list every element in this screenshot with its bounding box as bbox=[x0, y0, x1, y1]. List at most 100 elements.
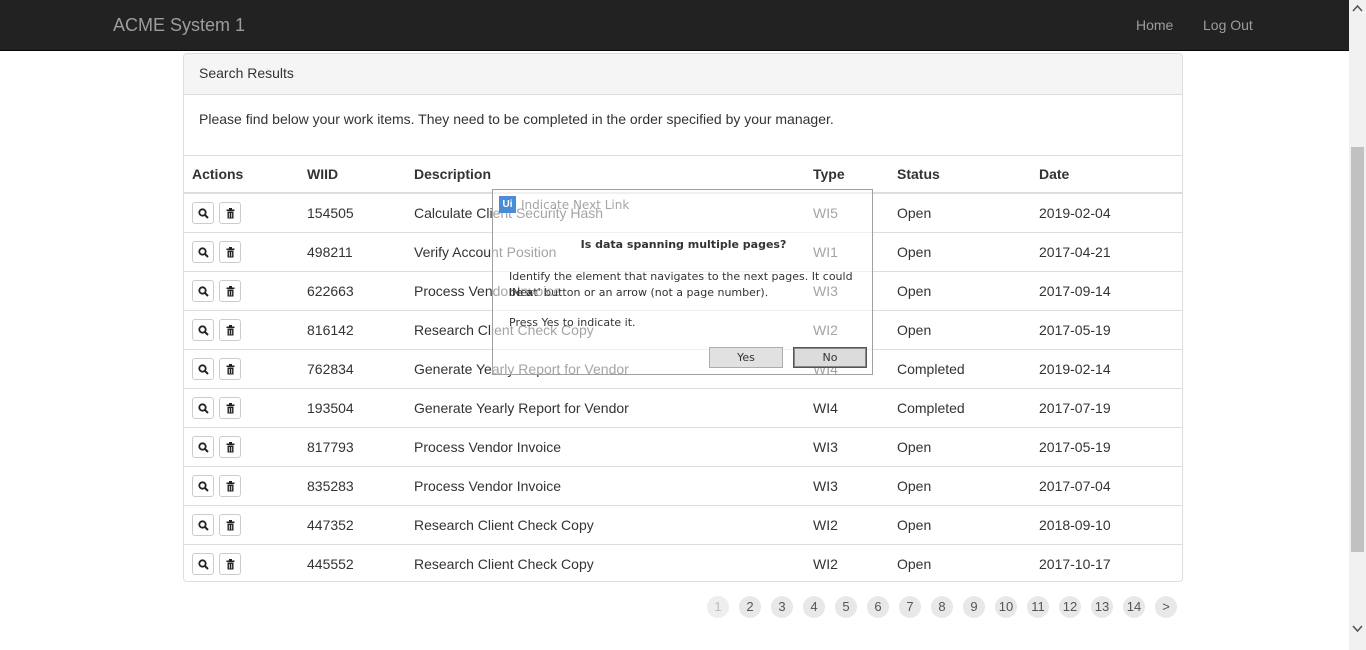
pagination-page-3[interactable]: 3 bbox=[771, 596, 793, 618]
nav-logout-link[interactable]: Log Out bbox=[1203, 17, 1253, 33]
cell-type: WI4 bbox=[805, 388, 889, 428]
pagination-page-4[interactable]: 4 bbox=[803, 596, 825, 618]
cell-description: Research Client Check Copy bbox=[414, 555, 594, 572]
pagination-page-9[interactable]: 9 bbox=[963, 596, 985, 618]
cell-status: Open bbox=[889, 310, 1031, 350]
cell-description: Generate Yearly Report for Vendor bbox=[406, 388, 805, 428]
pagination-next-button[interactable]: > bbox=[1155, 596, 1177, 618]
pagination-page-6[interactable]: 6 bbox=[867, 596, 889, 618]
view-button[interactable] bbox=[192, 201, 214, 224]
table-header-row: Actions WIID Description Type Status Dat… bbox=[184, 156, 1182, 194]
pagination-page-8[interactable]: 8 bbox=[931, 596, 953, 618]
delete-button[interactable] bbox=[218, 357, 241, 380]
view-button[interactable] bbox=[192, 474, 214, 497]
cell-type: WI2 bbox=[805, 505, 889, 545]
cell-date: 2019-02-14 bbox=[1031, 349, 1182, 389]
pagination-page-1[interactable]: 1 bbox=[707, 596, 729, 618]
cell-wiid: 193504 bbox=[299, 388, 406, 428]
row-actions bbox=[184, 388, 299, 428]
view-button[interactable] bbox=[192, 318, 214, 341]
view-button[interactable] bbox=[192, 279, 214, 302]
dialog-yes-button[interactable]: Yes bbox=[709, 347, 783, 368]
cell-type: WI3 bbox=[805, 466, 889, 506]
pagination-page-13[interactable]: 13 bbox=[1091, 596, 1113, 618]
dialog-no-button[interactable]: No bbox=[793, 347, 867, 368]
view-button[interactable] bbox=[192, 396, 214, 419]
dialog-title: Indicate Next Link bbox=[521, 198, 630, 212]
row-actions bbox=[184, 466, 299, 506]
table-row: 835283 Process Vendor Invoice WI3 Open 2017-… bbox=[184, 466, 1182, 506]
cell-wiid: 447352 bbox=[299, 505, 406, 545]
row-actions bbox=[184, 310, 299, 350]
pagination-page-12[interactable]: 12 bbox=[1059, 596, 1081, 618]
cell-status: Completed bbox=[889, 388, 1031, 428]
nav-home-link[interactable]: Home bbox=[1136, 17, 1173, 33]
cell-description: Process Vendor Invoice bbox=[406, 427, 805, 467]
delete-button[interactable] bbox=[218, 396, 241, 419]
cell-wiid: 816142 bbox=[299, 310, 406, 350]
cell-status: Open bbox=[889, 466, 1031, 506]
scroll-down-arrow-icon[interactable] bbox=[1349, 620, 1366, 637]
panel-heading: Search Results bbox=[184, 54, 1182, 95]
cell-date: 2017-07-19 bbox=[1031, 388, 1182, 428]
pagination: 1 2 3 4 5 6 7 8 9 10 11 12 13 14 > bbox=[0, 596, 1349, 618]
top-navbar: ACME System 1 Home Log Out bbox=[0, 0, 1349, 51]
delete-button[interactable] bbox=[218, 318, 241, 341]
row-actions bbox=[184, 427, 299, 467]
cell-wiid: 762834 bbox=[299, 349, 406, 389]
indicate-next-link-dialog: Ui Indicate Next Link Is data spanning m… bbox=[492, 189, 873, 375]
cell-date: 2017-07-04 bbox=[1031, 466, 1182, 506]
delete-button[interactable] bbox=[218, 279, 241, 302]
table-row: 447352 Research Client Check Copy WI2 Open 2… bbox=[184, 505, 1182, 545]
cell-date: 2017-04-21 bbox=[1031, 232, 1182, 272]
table-row: 445552 Research Client Check Copy WI2 Open 2… bbox=[184, 544, 1182, 581]
delete-button[interactable] bbox=[218, 552, 241, 575]
cell-wiid: 154505 bbox=[299, 193, 406, 233]
pagination-page-7[interactable]: 7 bbox=[899, 596, 921, 618]
cell-description: Research Client Check Copy bbox=[406, 505, 805, 545]
view-button[interactable] bbox=[192, 552, 214, 575]
view-button[interactable] bbox=[192, 435, 214, 458]
delete-button[interactable] bbox=[218, 513, 241, 536]
delete-button[interactable] bbox=[218, 240, 241, 263]
pagination-page-14[interactable]: 14 bbox=[1123, 596, 1145, 618]
cell-wiid: 817793 bbox=[299, 427, 406, 467]
cell-wiid: 498211 bbox=[299, 232, 406, 272]
cell-date: 2018-09-10 bbox=[1031, 505, 1182, 545]
vertical-scrollbar[interactable] bbox=[1349, 0, 1366, 650]
row-actions bbox=[184, 271, 299, 311]
cell-status: Open bbox=[889, 232, 1031, 272]
cell-status: Open bbox=[897, 555, 932, 572]
row-actions bbox=[184, 232, 299, 272]
row-actions bbox=[184, 544, 299, 581]
table-row: 817793 Process Vendor Invoice WI3 Open 2017-… bbox=[184, 427, 1182, 467]
delete-button[interactable] bbox=[218, 201, 241, 224]
pagination-page-2[interactable]: 2 bbox=[739, 596, 761, 618]
row-actions bbox=[184, 193, 299, 233]
pagination-page-10[interactable]: 10 bbox=[995, 596, 1017, 618]
delete-button[interactable] bbox=[218, 474, 241, 497]
pagination-page-5[interactable]: 5 bbox=[835, 596, 857, 618]
cell-date: 2017-09-14 bbox=[1031, 271, 1182, 311]
panel-intro-text: Please find below your work items. They … bbox=[184, 95, 1182, 156]
app-brand[interactable]: ACME System 1 bbox=[113, 15, 245, 36]
cell-status: Open bbox=[889, 271, 1031, 311]
row-actions bbox=[184, 349, 299, 389]
view-button[interactable] bbox=[192, 513, 214, 536]
uipath-logo-icon: Ui bbox=[499, 196, 516, 213]
scroll-up-arrow-icon[interactable] bbox=[1349, 0, 1366, 17]
cell-status: Completed bbox=[889, 349, 1031, 389]
cell-date: 2017-10-17 bbox=[1039, 555, 1111, 572]
cell-type: WI2 bbox=[813, 555, 838, 572]
view-button[interactable] bbox=[192, 240, 214, 263]
delete-button[interactable] bbox=[218, 435, 241, 458]
cell-status: Open bbox=[889, 427, 1031, 467]
scrollbar-thumb[interactable] bbox=[1351, 147, 1364, 552]
header-actions: Actions bbox=[184, 156, 299, 194]
pagination-page-11[interactable]: 11 bbox=[1027, 596, 1049, 618]
header-description: Description bbox=[406, 156, 805, 194]
header-date: Date bbox=[1031, 156, 1182, 194]
header-wiid: WIID bbox=[299, 156, 406, 194]
view-button[interactable] bbox=[192, 357, 214, 380]
cell-wiid: 445552 bbox=[307, 555, 354, 572]
